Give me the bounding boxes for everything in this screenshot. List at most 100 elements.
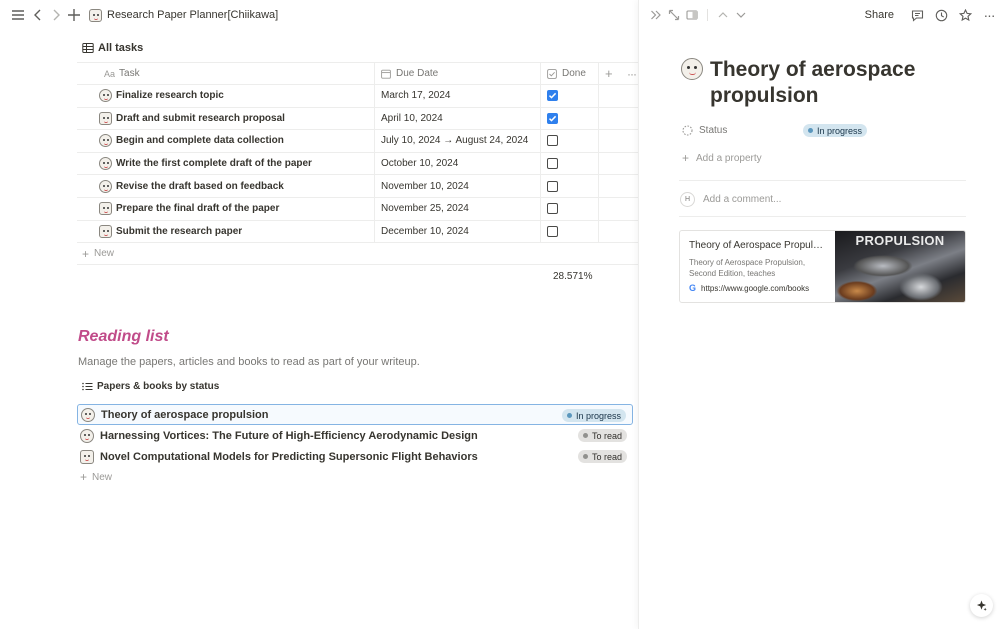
empty-cell: [599, 108, 638, 130]
table-row[interactable]: Prepare the final draft of the paper Nov…: [77, 197, 638, 221]
add-property-button[interactable]: + Add a property: [682, 151, 762, 165]
due-date-cell[interactable]: November 10, 2024: [375, 175, 541, 197]
column-header-due-date[interactable]: Due Date: [375, 63, 541, 84]
calendar-icon: [381, 69, 391, 79]
table-row[interactable]: Write the first complete draft of the pa…: [77, 152, 638, 176]
task-emoji-icon: [99, 202, 112, 216]
task-cell[interactable]: Prepare the final draft of the paper: [77, 197, 375, 220]
view-tab-all-tasks[interactable]: All tasks: [82, 42, 143, 54]
comment-input[interactable]: H Add a comment...: [680, 192, 781, 207]
add-property-label: Add a property: [696, 152, 762, 164]
done-checkbox[interactable]: [547, 225, 558, 237]
status-dot-icon: [808, 128, 813, 133]
status-badge: To read: [577, 450, 627, 463]
done-cell: [541, 130, 599, 152]
close-peek-icon[interactable]: [647, 6, 665, 24]
task-cell[interactable]: Write the first complete draft of the pa…: [77, 152, 375, 175]
list-tab-label: Papers & books by status: [97, 381, 220, 392]
more-options-icon[interactable]: ···: [627, 67, 637, 81]
checkmark-icon: [548, 115, 557, 122]
bookmark-card[interactable]: Theory of Aerospace Propulsion Theory of…: [679, 230, 966, 303]
column-header-task[interactable]: Aa Task: [77, 63, 375, 84]
chevron-up-icon[interactable]: [714, 6, 732, 24]
new-reading-label: New: [92, 471, 113, 483]
table-row[interactable]: Submit the research paper December 10, 2…: [77, 220, 638, 244]
done-checkbox[interactable]: [547, 180, 558, 192]
done-cell: [541, 197, 599, 220]
due-date-cell[interactable]: July 10, 2024 → August 24, 2024: [375, 130, 541, 152]
done-checkbox[interactable]: [547, 90, 558, 102]
done-cell: [541, 107, 599, 130]
empty-cell: [599, 153, 638, 175]
done-checkbox[interactable]: [547, 135, 558, 147]
more-options-icon[interactable]: ···: [980, 6, 998, 24]
plus-icon: +: [82, 246, 90, 261]
done-checkbox[interactable]: [547, 203, 558, 215]
task-emoji-icon: [99, 157, 112, 171]
ai-sparkle-button[interactable]: [970, 594, 993, 617]
table-row[interactable]: Finalize research topic March 17, 2024: [77, 85, 638, 108]
back-icon[interactable]: [29, 6, 47, 24]
due-date-cell[interactable]: December 10, 2024: [375, 220, 541, 243]
page-emoji-icon[interactable]: [681, 58, 703, 80]
list-item[interactable]: Theory of aerospace propulsion In progre…: [77, 404, 633, 425]
table-row[interactable]: Begin and complete data collection July …: [77, 130, 638, 153]
task-cell[interactable]: Submit the research paper: [77, 220, 375, 243]
comment-icon[interactable]: [908, 6, 926, 24]
star-icon[interactable]: [956, 6, 974, 24]
new-page-icon[interactable]: [65, 6, 83, 24]
bookmark-url: G https://www.google.com/books: [689, 283, 826, 293]
empty-cell: [599, 85, 638, 107]
column-header-task-label: Task: [119, 68, 140, 79]
top-bar: Research Paper Planner[Chiikawa]: [0, 0, 638, 30]
new-reading-item-button[interactable]: + New: [77, 467, 633, 487]
forward-icon[interactable]: [47, 6, 65, 24]
menu-icon[interactable]: [9, 6, 27, 24]
status-badge-label: To read: [591, 430, 622, 441]
share-button[interactable]: Share: [865, 9, 894, 21]
plus-icon: +: [80, 470, 88, 484]
chevron-down-icon[interactable]: [732, 6, 750, 24]
table-row[interactable]: Revise the draft based on feedback Novem…: [77, 175, 638, 198]
list-item[interactable]: Harnessing Vortices: The Future of High-…: [77, 425, 633, 446]
toolbar-divider: [707, 9, 708, 21]
property-label[interactable]: Status: [699, 125, 803, 136]
history-icon[interactable]: [932, 6, 950, 24]
status-dot-icon: [566, 413, 572, 418]
task-cell[interactable]: Draft and submit research proposal: [77, 107, 375, 130]
task-cell[interactable]: Begin and complete data collection: [77, 130, 375, 152]
empty-cell: [599, 130, 638, 152]
task-emoji-icon: [99, 89, 112, 103]
peek-mode-icon[interactable]: [683, 6, 701, 24]
table-row[interactable]: Draft and submit research proposal April…: [77, 107, 638, 131]
view-tab-label: All tasks: [98, 42, 144, 54]
done-checkbox[interactable]: [547, 112, 558, 124]
status-badge[interactable]: In progress: [803, 124, 868, 137]
reading-list: Theory of aerospace propulsion In progre…: [77, 404, 633, 487]
list-item[interactable]: Novel Computational Models for Predictin…: [77, 446, 633, 467]
list-item-title: Novel Computational Models for Predictin…: [100, 450, 478, 463]
column-header-done[interactable]: Done: [541, 63, 599, 84]
task-emoji-icon: [99, 134, 112, 148]
google-icon: G: [689, 283, 697, 293]
breadcrumb[interactable]: Research Paper Planner[Chiikawa]: [89, 8, 278, 22]
task-cell[interactable]: Revise the draft based on feedback: [77, 175, 375, 197]
done-checkbox[interactable]: [547, 158, 558, 170]
status-badge: To read: [577, 429, 627, 442]
task-name: Write the first complete draft of the pa…: [116, 158, 312, 170]
new-task-button[interactable]: + New: [77, 243, 638, 266]
page-title[interactable]: Theory of aerospace propulsion: [710, 57, 970, 109]
divider: [679, 180, 966, 181]
due-date-cell[interactable]: October 10, 2024: [375, 152, 541, 175]
task-cell[interactable]: Finalize research topic: [77, 85, 375, 107]
add-column-icon[interactable]: +: [605, 66, 613, 81]
engine-shape: [837, 281, 877, 301]
due-date-cell[interactable]: November 25, 2024: [375, 197, 541, 220]
calculation-cell[interactable]: 28.571%: [77, 265, 638, 287]
done-cell: [541, 175, 599, 197]
due-date-cell[interactable]: March 17, 2024: [375, 85, 541, 107]
view-tab-papers-by-status[interactable]: Papers & books by status: [82, 381, 219, 392]
expand-icon[interactable]: [665, 6, 683, 24]
due-date-cell[interactable]: April 10, 2024: [375, 107, 541, 130]
checkmark-icon: [548, 93, 557, 99]
